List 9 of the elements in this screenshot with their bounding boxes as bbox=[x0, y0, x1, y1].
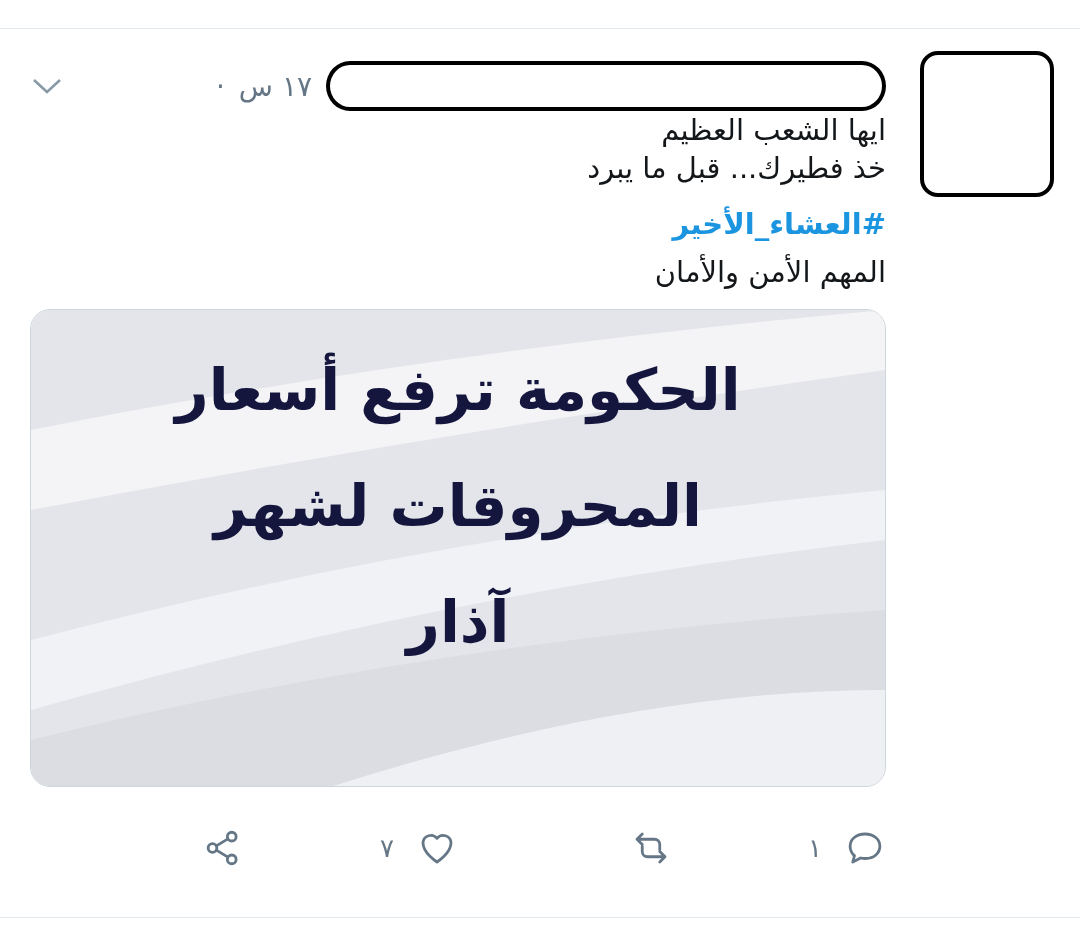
like-count: ٧ bbox=[380, 833, 394, 863]
tweet-text: ايها الشعب العظيم bbox=[660, 112, 886, 149]
hashtag-link[interactable]: #العشاء_الأخير bbox=[672, 207, 886, 241]
image-caption: آذار bbox=[406, 586, 510, 658]
reply-count: ١ bbox=[808, 833, 822, 863]
tweet-text: المهم الأمن والأمان bbox=[653, 255, 886, 289]
tweet-text: خذ فطيرك... قبل ما يبرد bbox=[586, 150, 886, 187]
time-separator: · bbox=[215, 69, 225, 103]
tweet-time: ١٧ س bbox=[238, 69, 312, 103]
